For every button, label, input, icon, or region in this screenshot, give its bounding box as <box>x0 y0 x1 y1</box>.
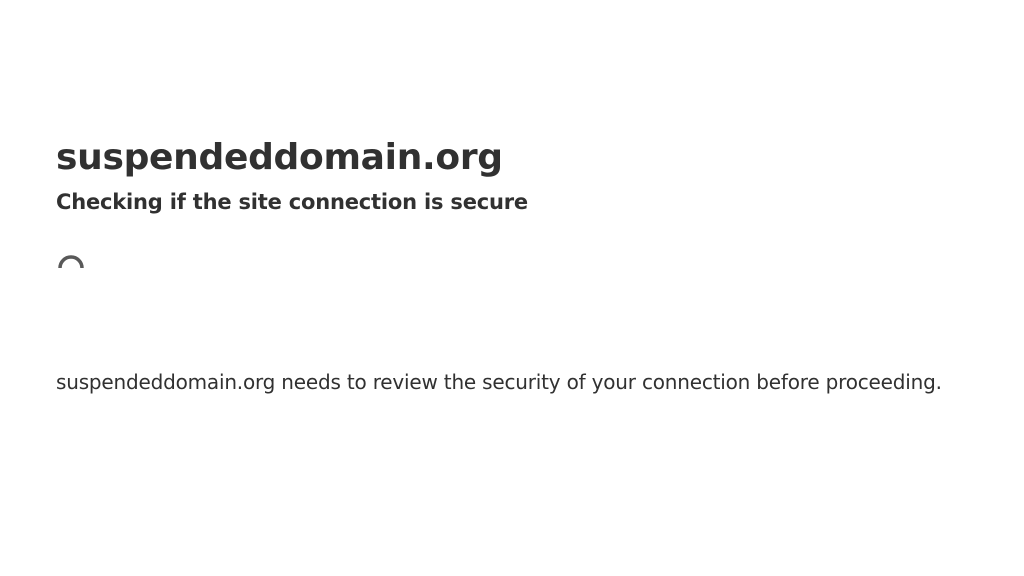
status-subtitle: Checking if the site connection is secur… <box>56 190 528 214</box>
spinner-container <box>56 254 86 284</box>
security-review-message: suspendeddomain.org needs to review the … <box>56 370 942 394</box>
page-title: suspendeddomain.org <box>56 137 503 178</box>
challenge-header: suspendeddomain.org Checking if the site… <box>56 134 976 216</box>
loading-spinner-icon <box>58 255 84 269</box>
